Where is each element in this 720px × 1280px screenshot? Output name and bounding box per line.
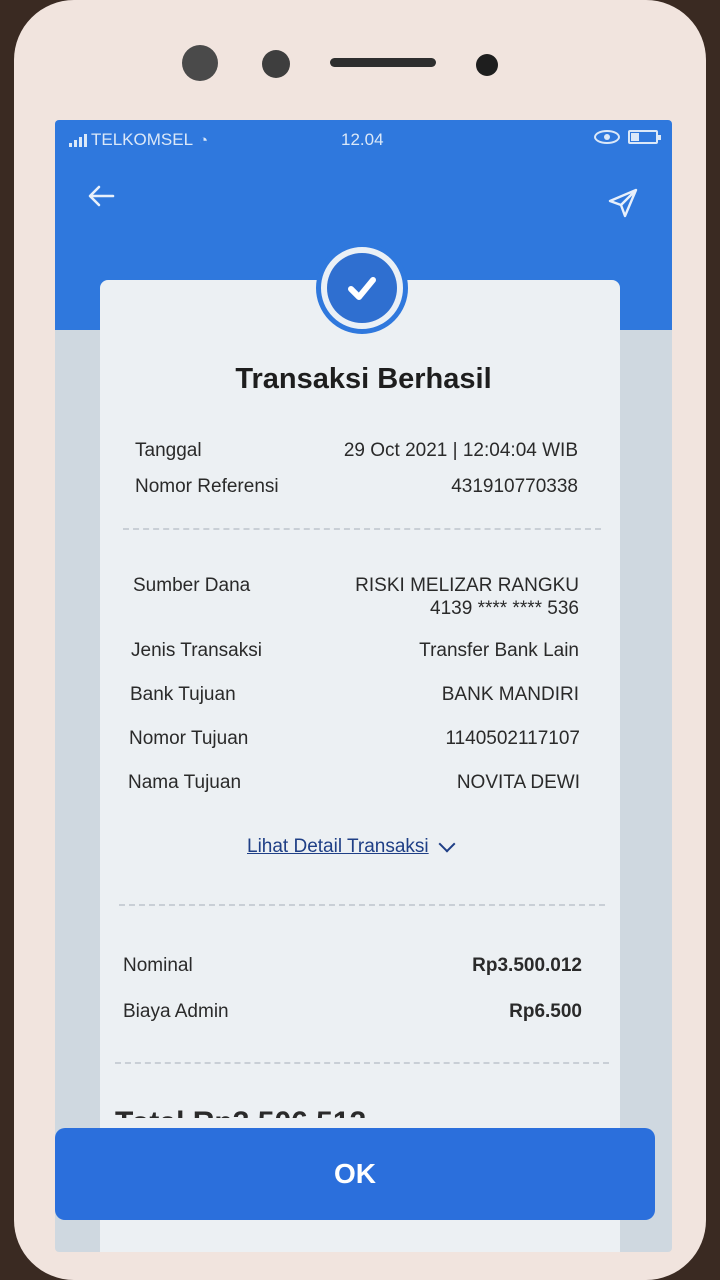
signal-icon xyxy=(69,133,87,147)
row-biaya-admin: Biaya Admin Rp6.500 xyxy=(55,1001,672,1029)
send-icon xyxy=(608,188,638,218)
carrier-group: TELKOMSEL ◔ xyxy=(69,130,208,150)
carrier-name: TELKOMSEL xyxy=(91,130,194,149)
status-icons xyxy=(594,130,661,144)
proximity-sensor xyxy=(476,54,498,76)
check-icon xyxy=(348,277,376,300)
divider xyxy=(115,1062,609,1064)
sumber-name: RISKI MELIZAR RANGKU xyxy=(355,575,579,596)
admin-value: Rp6.500 xyxy=(509,1001,582,1022)
status-clock: 12.04 xyxy=(341,130,384,149)
nominal-label: Nominal xyxy=(123,955,193,976)
divider xyxy=(119,904,605,906)
bank-value: BANK MANDIRI xyxy=(441,684,579,705)
jenis-label: Jenis Transaksi xyxy=(131,640,262,661)
back-button[interactable] xyxy=(85,180,125,220)
detail-link-label: Lihat Detail Transaksi xyxy=(247,836,429,857)
row-jenis: Jenis Transaksi Transfer Bank Lain xyxy=(55,640,672,668)
row-sumber-account: 4139 **** **** 536 xyxy=(55,598,672,626)
detail-transaction-link[interactable]: Lihat Detail Transaksi xyxy=(247,835,456,858)
share-button[interactable] xyxy=(606,186,642,222)
front-sensor xyxy=(262,50,290,78)
referensi-value: 431910770338 xyxy=(451,476,578,497)
divider xyxy=(123,528,601,530)
nama-tujuan-value: NOVITA DEWI xyxy=(456,772,580,793)
ok-button[interactable]: OK xyxy=(55,1128,655,1220)
back-arrow-icon xyxy=(88,185,115,207)
bank-label: Bank Tujuan xyxy=(130,684,236,705)
row-nama-tujuan: Nama Tujuan NOVITA DEWI xyxy=(55,772,672,800)
row-tanggal: Tanggal 29 Oct 2021 | 12:04:04 WIB xyxy=(55,440,672,468)
nominal-value: Rp3.500.012 xyxy=(472,955,582,976)
tanggal-value: 29 Oct 2021 | 12:04:04 WIB xyxy=(343,440,578,461)
nama-tujuan-label: Nama Tujuan xyxy=(128,772,242,793)
success-badge-inner xyxy=(327,253,397,323)
eye-icon xyxy=(594,130,620,144)
row-nomor-tujuan: Nomor Tujuan 1140502117107 xyxy=(55,728,672,756)
nomor-tujuan-value: 1140502117107 xyxy=(445,728,580,749)
front-camera xyxy=(182,45,218,81)
total-row-partial: Total Rp3.506.512 xyxy=(115,1100,615,1118)
status-bar: TELKOMSEL ◔ 12.04 xyxy=(55,120,672,162)
sumber-label: Sumber Dana xyxy=(133,575,251,596)
total-partial-text: Total Rp3.506.512 xyxy=(115,1106,615,1118)
chevron-down-icon xyxy=(438,835,456,853)
row-referensi: Nomor Referensi 431910770338 xyxy=(55,476,672,504)
row-bank-tujuan: Bank Tujuan BANK MANDIRI xyxy=(55,684,672,712)
battery-icon xyxy=(628,130,661,144)
wifi-icon: ◔ xyxy=(199,131,209,149)
admin-label: Biaya Admin xyxy=(123,1001,229,1022)
page-title: Transaksi Berhasil xyxy=(235,363,492,395)
row-nominal: Nominal Rp3.500.012 xyxy=(55,955,672,983)
success-badge xyxy=(316,242,408,334)
screen: TELKOMSEL ◔ 12.04 Transaksi Berhasil Tan… xyxy=(55,120,672,1252)
referensi-label: Nomor Referensi xyxy=(135,476,279,497)
earpiece-speaker xyxy=(330,58,436,67)
sumber-account: 4139 **** **** 536 xyxy=(430,598,579,619)
nomor-tujuan-label: Nomor Tujuan xyxy=(129,728,249,749)
jenis-value: Transfer Bank Lain xyxy=(419,640,579,661)
tanggal-label: Tanggal xyxy=(135,440,202,461)
